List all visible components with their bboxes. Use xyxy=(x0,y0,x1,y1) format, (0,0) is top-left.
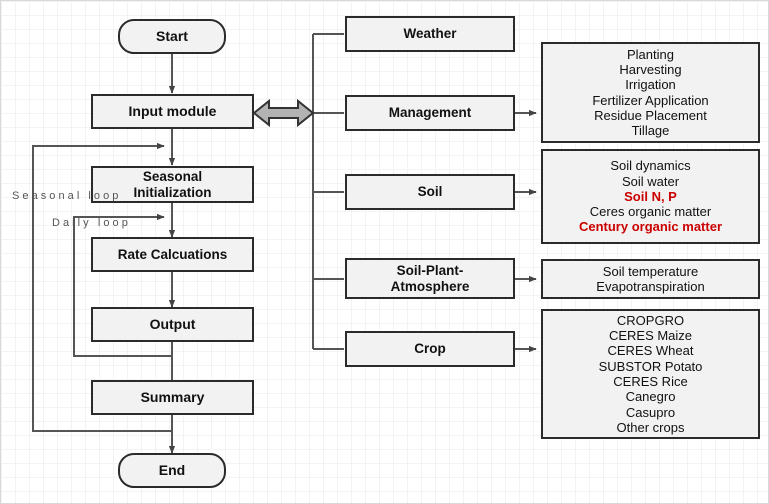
label-seasonal-loop: S e a s o n a l l o o p xyxy=(12,190,119,202)
node-soil-label: Soil xyxy=(417,184,443,200)
node-start-label: Start xyxy=(156,28,188,45)
detail-line: Evapotranspiration xyxy=(596,279,705,294)
node-soil-plant-atmosphere-label: Soil-Plant- Atmosphere xyxy=(390,262,470,294)
detail-line: Century organic matter xyxy=(578,219,723,235)
detail-line: Irrigation xyxy=(625,77,676,93)
detail-line: Ceres organic matter xyxy=(589,204,712,220)
detail-line: SUBSTOR Potato xyxy=(598,358,703,374)
detail-line: Casupro xyxy=(625,404,676,420)
detail-line: Harvesting xyxy=(619,61,682,77)
node-management[interactable]: Management xyxy=(345,95,515,131)
detail-line: Soil N, P xyxy=(624,188,677,204)
node-output[interactable]: Output xyxy=(91,307,254,342)
node-seasonal-initialization-label: Seasonal Initialization xyxy=(133,168,212,200)
detail-line: Canegro xyxy=(625,389,676,405)
detail-line: Residue Placement xyxy=(594,107,707,123)
node-input-module-label: Input module xyxy=(128,103,217,120)
node-end-label: End xyxy=(158,462,186,479)
detail-line: CERES Maize xyxy=(608,328,693,344)
detail-line: Soil temperature xyxy=(602,263,699,279)
node-input-module[interactable]: Input module xyxy=(91,94,254,129)
node-crop-label: Crop xyxy=(414,341,446,357)
detail-line: CERES Rice xyxy=(613,374,688,389)
node-rate-calculations[interactable]: Rate Calcuations xyxy=(91,237,254,272)
detail-box-soil-plant-atmosphere: Soil temperature Evapotranspiration xyxy=(541,259,760,299)
detail-line: Other crops xyxy=(616,419,685,435)
node-crop[interactable]: Crop xyxy=(345,331,515,367)
node-weather-label: Weather xyxy=(403,26,457,42)
detail-line: Planting xyxy=(627,46,674,62)
node-summary-label: Summary xyxy=(140,389,205,406)
detail-box-management: Planting Harvesting Irrigation Fertilizer A… xyxy=(541,42,760,143)
node-end[interactable]: End xyxy=(118,453,226,488)
detail-box-soil: Soil dynamics Soil water Soil N, P Ceres or… xyxy=(541,149,760,244)
detail-line: Tillage xyxy=(631,123,670,139)
detail-line: CERES Wheat xyxy=(607,343,694,359)
node-output-label: Output xyxy=(149,316,196,333)
node-summary[interactable]: Summary xyxy=(91,380,254,415)
node-rate-calculations-label: Rate Calcuations xyxy=(117,246,228,262)
node-weather[interactable]: Weather xyxy=(345,16,515,52)
detail-line: Soil water xyxy=(621,173,680,189)
double-arrow-input-modules xyxy=(252,98,315,128)
label-daily-loop: D a i l y l o o p xyxy=(52,217,128,229)
diagram-canvas: Start Input module Seasonal Initializati… xyxy=(0,0,769,504)
node-soil[interactable]: Soil xyxy=(345,174,515,210)
detail-line: Fertilizer Application xyxy=(592,92,709,108)
node-start[interactable]: Start xyxy=(118,19,226,54)
detail-line: Soil dynamics xyxy=(610,158,691,174)
detail-box-crop: CROPGRO CERES Maize CERES Wheat SUBSTOR Pot… xyxy=(541,309,760,439)
detail-line: CROPGRO xyxy=(616,312,685,328)
node-soil-plant-atmosphere[interactable]: Soil-Plant- Atmosphere xyxy=(345,258,515,299)
node-management-label: Management xyxy=(388,105,472,121)
